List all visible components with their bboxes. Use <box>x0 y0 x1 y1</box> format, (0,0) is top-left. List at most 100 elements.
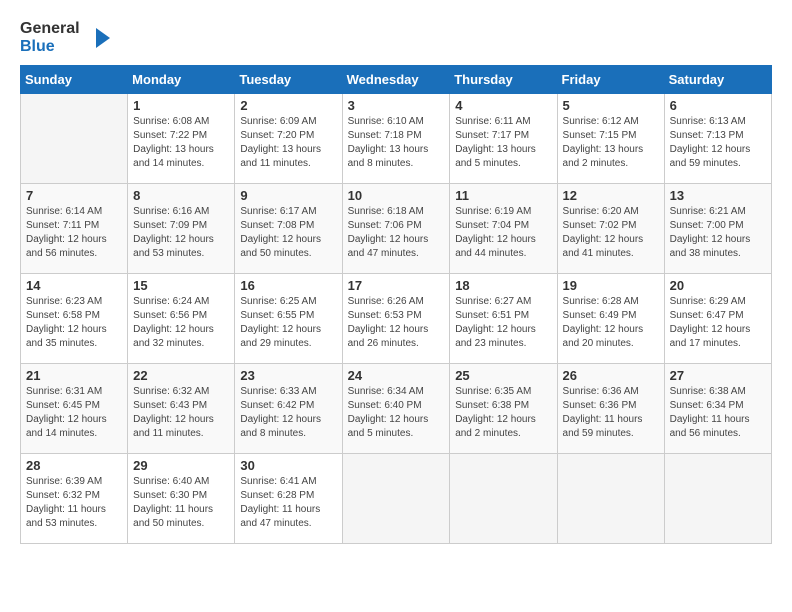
day-info: Sunrise: 6:17 AM Sunset: 7:08 PM Dayligh… <box>240 205 336 261</box>
logo-general: General <box>20 20 80 38</box>
day-info: Sunrise: 6:32 AM Sunset: 6:43 PM Dayligh… <box>133 385 229 441</box>
day-info: Sunrise: 6:31 AM Sunset: 6:45 PM Dayligh… <box>26 385 122 441</box>
calendar-cell: 15Sunrise: 6:24 AM Sunset: 6:56 PM Dayli… <box>128 274 235 364</box>
day-number: 15 <box>133 278 229 293</box>
day-header: Wednesday <box>342 66 450 94</box>
calendar-cell <box>342 454 450 544</box>
page-header: General Blue <box>20 20 772 55</box>
calendar-cell <box>450 454 557 544</box>
day-info: Sunrise: 6:08 AM Sunset: 7:22 PM Dayligh… <box>133 115 229 171</box>
calendar-cell <box>21 94 128 184</box>
day-number: 6 <box>670 98 766 113</box>
day-number: 28 <box>26 458 122 473</box>
day-number: 26 <box>563 368 659 383</box>
day-number: 27 <box>670 368 766 383</box>
calendar-cell: 18Sunrise: 6:27 AM Sunset: 6:51 PM Dayli… <box>450 274 557 364</box>
calendar-cell: 8 Sunrise: 6:16 AM Sunset: 7:09 PM Daylig… <box>128 184 235 274</box>
day-number: 21 <box>26 368 122 383</box>
calendar-week-row: 14Sunrise: 6:23 AM Sunset: 6:58 PM Dayli… <box>21 274 772 364</box>
day-number: 12 <box>563 188 659 203</box>
day-number: 30 <box>240 458 336 473</box>
day-number: 22 <box>133 368 229 383</box>
day-number: 11 <box>455 188 551 203</box>
calendar-cell: 25Sunrise: 6:35 AM Sunset: 6:38 PM Dayli… <box>450 364 557 454</box>
day-info: Sunrise: 6:14 AM Sunset: 7:11 PM Dayligh… <box>26 205 122 261</box>
day-header: Monday <box>128 66 235 94</box>
day-info: Sunrise: 6:39 AM Sunset: 6:32 PM Dayligh… <box>26 475 122 531</box>
logo-blue: Blue <box>20 38 80 56</box>
day-number: 29 <box>133 458 229 473</box>
day-info: Sunrise: 6:25 AM Sunset: 6:55 PM Dayligh… <box>240 295 336 351</box>
day-header: Tuesday <box>235 66 342 94</box>
calendar-header-row: SundayMondayTuesdayWednesdayThursdayFrid… <box>21 66 772 94</box>
day-number: 19 <box>563 278 659 293</box>
day-number: 7 <box>26 188 122 203</box>
day-info: Sunrise: 6:21 AM Sunset: 7:00 PM Dayligh… <box>670 205 766 261</box>
calendar-cell: 3 Sunrise: 6:10 AM Sunset: 7:18 PM Daylig… <box>342 94 450 184</box>
calendar-week-row: 7 Sunrise: 6:14 AM Sunset: 7:11 PM Daylig… <box>21 184 772 274</box>
logo-arrow-icon <box>86 24 114 52</box>
day-number: 23 <box>240 368 336 383</box>
day-number: 9 <box>240 188 336 203</box>
calendar-cell: 10Sunrise: 6:18 AM Sunset: 7:06 PM Dayli… <box>342 184 450 274</box>
day-info: Sunrise: 6:38 AM Sunset: 6:34 PM Dayligh… <box>670 385 766 441</box>
calendar-cell: 11 Sunrise: 6:19 AM Sunset: 7:04 PM Dayli… <box>450 184 557 274</box>
day-header: Thursday <box>450 66 557 94</box>
day-number: 24 <box>348 368 445 383</box>
calendar-cell: 9 Sunrise: 6:17 AM Sunset: 7:08 PM Daylig… <box>235 184 342 274</box>
calendar-cell: 2Sunrise: 6:09 AM Sunset: 7:20 PM Daylig… <box>235 94 342 184</box>
calendar-cell: 1 Sunrise: 6:08 AM Sunset: 7:22 PM Daylig… <box>128 94 235 184</box>
calendar-week-row: 28 Sunrise: 6:39 AM Sunset: 6:32 PM Dayli… <box>21 454 772 544</box>
logo: General Blue <box>20 20 114 55</box>
day-info: Sunrise: 6:28 AM Sunset: 6:49 PM Dayligh… <box>563 295 659 351</box>
day-info: Sunrise: 6:36 AM Sunset: 6:36 PM Dayligh… <box>563 385 659 441</box>
calendar-cell: 14Sunrise: 6:23 AM Sunset: 6:58 PM Dayli… <box>21 274 128 364</box>
calendar-cell: 16 Sunrise: 6:25 AM Sunset: 6:55 PM Dayli… <box>235 274 342 364</box>
logo-graphic: General Blue <box>20 20 80 55</box>
day-header: Saturday <box>664 66 771 94</box>
day-info: Sunrise: 6:23 AM Sunset: 6:58 PM Dayligh… <box>26 295 122 351</box>
calendar-cell: 23Sunrise: 6:33 AM Sunset: 6:42 PM Dayli… <box>235 364 342 454</box>
day-number: 4 <box>455 98 551 113</box>
day-info: Sunrise: 6:29 AM Sunset: 6:47 PM Dayligh… <box>670 295 766 351</box>
day-number: 16 <box>240 278 336 293</box>
day-number: 20 <box>670 278 766 293</box>
calendar-cell: 29 Sunrise: 6:40 AM Sunset: 6:30 PM Dayli… <box>128 454 235 544</box>
day-info: Sunrise: 6:34 AM Sunset: 6:40 PM Dayligh… <box>348 385 445 441</box>
calendar-week-row: 21 Sunrise: 6:31 AM Sunset: 6:45 PM Dayli… <box>21 364 772 454</box>
calendar-cell: 6 Sunrise: 6:13 AM Sunset: 7:13 PM Daylig… <box>664 94 771 184</box>
day-number: 3 <box>348 98 445 113</box>
day-info: Sunrise: 6:41 AM Sunset: 6:28 PM Dayligh… <box>240 475 336 531</box>
day-number: 13 <box>670 188 766 203</box>
calendar-cell: 21 Sunrise: 6:31 AM Sunset: 6:45 PM Dayli… <box>21 364 128 454</box>
calendar: SundayMondayTuesdayWednesdayThursdayFrid… <box>20 65 772 544</box>
calendar-cell <box>664 454 771 544</box>
calendar-cell <box>557 454 664 544</box>
calendar-cell: 4 Sunrise: 6:11 AM Sunset: 7:17 PM Daylig… <box>450 94 557 184</box>
day-number: 8 <box>133 188 229 203</box>
day-info: Sunrise: 6:13 AM Sunset: 7:13 PM Dayligh… <box>670 115 766 171</box>
day-info: Sunrise: 6:19 AM Sunset: 7:04 PM Dayligh… <box>455 205 551 261</box>
calendar-cell: 13 Sunrise: 6:21 AM Sunset: 7:00 PM Dayli… <box>664 184 771 274</box>
day-info: Sunrise: 6:20 AM Sunset: 7:02 PM Dayligh… <box>563 205 659 261</box>
calendar-cell: 5 Sunrise: 6:12 AM Sunset: 7:15 PM Daylig… <box>557 94 664 184</box>
day-number: 1 <box>133 98 229 113</box>
calendar-cell: 26 Sunrise: 6:36 AM Sunset: 6:36 PM Dayli… <box>557 364 664 454</box>
calendar-cell: 12 Sunrise: 6:20 AM Sunset: 7:02 PM Dayli… <box>557 184 664 274</box>
calendar-cell: 22 Sunrise: 6:32 AM Sunset: 6:43 PM Dayli… <box>128 364 235 454</box>
calendar-cell: 19 Sunrise: 6:28 AM Sunset: 6:49 PM Dayli… <box>557 274 664 364</box>
day-info: Sunrise: 6:11 AM Sunset: 7:17 PM Dayligh… <box>455 115 551 171</box>
day-number: 2 <box>240 98 336 113</box>
calendar-cell: 20 Sunrise: 6:29 AM Sunset: 6:47 PM Dayli… <box>664 274 771 364</box>
day-info: Sunrise: 6:16 AM Sunset: 7:09 PM Dayligh… <box>133 205 229 261</box>
day-info: Sunrise: 6:40 AM Sunset: 6:30 PM Dayligh… <box>133 475 229 531</box>
day-info: Sunrise: 6:27 AM Sunset: 6:51 PM Dayligh… <box>455 295 551 351</box>
day-number: 17 <box>348 278 445 293</box>
day-info: Sunrise: 6:26 AM Sunset: 6:53 PM Dayligh… <box>348 295 445 351</box>
calendar-week-row: 1 Sunrise: 6:08 AM Sunset: 7:22 PM Daylig… <box>21 94 772 184</box>
day-number: 5 <box>563 98 659 113</box>
day-number: 25 <box>455 368 551 383</box>
day-info: Sunrise: 6:10 AM Sunset: 7:18 PM Dayligh… <box>348 115 445 171</box>
day-number: 10 <box>348 188 445 203</box>
day-info: Sunrise: 6:12 AM Sunset: 7:15 PM Dayligh… <box>563 115 659 171</box>
